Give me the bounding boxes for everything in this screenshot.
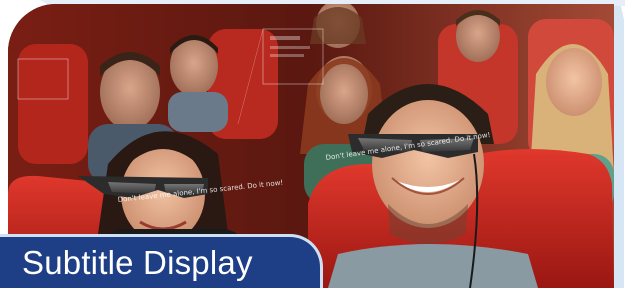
- subtitle-display-banner: Don't leave me alone, I'm so scared. Do …: [0, 0, 625, 288]
- caption-title: Subtitle Display: [22, 244, 253, 281]
